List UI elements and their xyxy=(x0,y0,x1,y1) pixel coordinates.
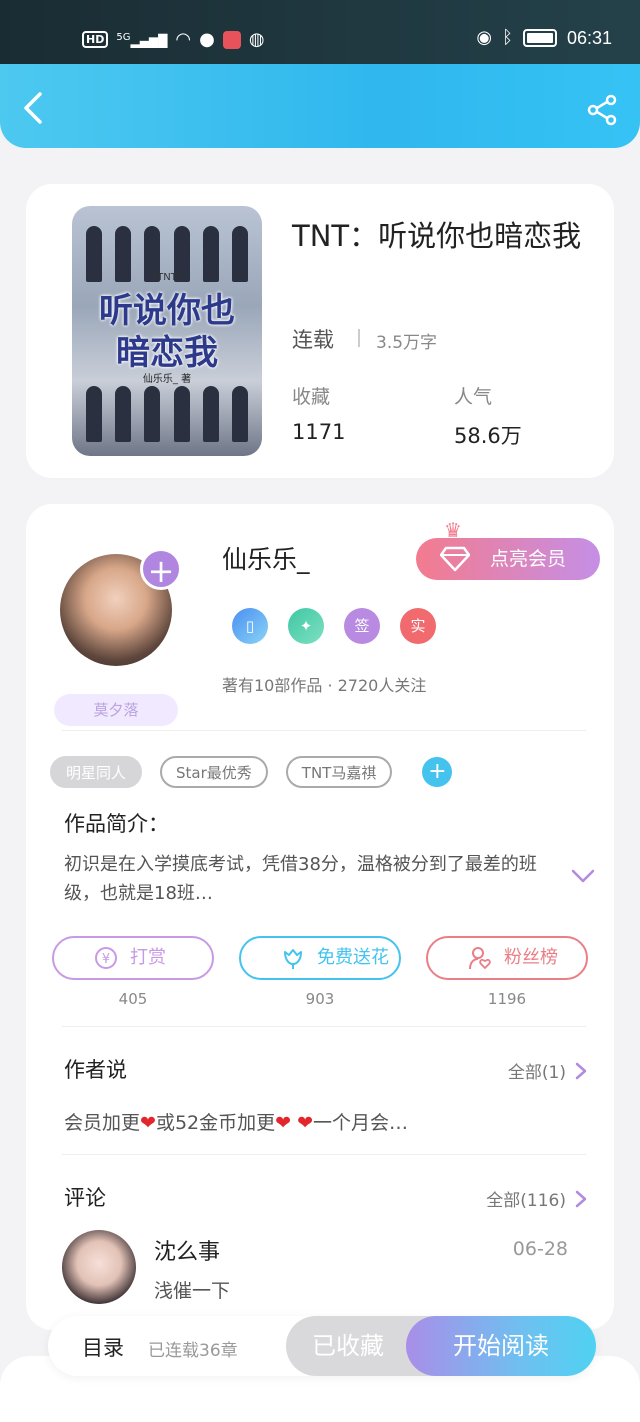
intro-title: 作品简介： xyxy=(64,812,169,836)
vip-button[interactable]: 点亮会员 xyxy=(416,538,600,580)
book-status: 连载 xyxy=(292,328,334,352)
status-bar: HD 5G▂▄▆█ ◠ ● ◍ ◉ ᛒ 06:31 xyxy=(0,0,640,64)
divider xyxy=(62,1154,586,1155)
fan-tag: 莫夕落 xyxy=(54,694,178,726)
cover-author: 仙乐乐_ 著 xyxy=(142,374,192,385)
tag-item[interactable]: Star最优秀 xyxy=(160,756,268,788)
chevron-down-icon[interactable] xyxy=(570,866,596,886)
divider xyxy=(358,329,360,347)
hd-icon: HD xyxy=(82,31,109,48)
author-says-title: 作者说 xyxy=(64,1058,127,1082)
send-flower-button[interactable]: 免费送花 xyxy=(239,936,401,980)
wifi-icon: ◠ xyxy=(175,28,192,50)
signed-badge-icon[interactable]: 签 xyxy=(344,608,380,644)
commenter-name: 沈么事 xyxy=(154,1240,221,1265)
book-cover[interactable]: [TNT] 听说你也 暗恋我 仙乐乐_ 著 xyxy=(72,206,262,456)
author-meta: 著有10部作品 · 2720人关注 xyxy=(222,676,427,695)
heart-icon: ❤ xyxy=(275,1112,292,1134)
chevron-right-icon xyxy=(575,1062,587,1079)
handshake-badge-icon[interactable]: ✦ xyxy=(288,608,324,644)
yuan-icon: ¥ xyxy=(95,947,117,969)
back-icon[interactable] xyxy=(18,90,50,126)
reward-count: 405 xyxy=(118,990,148,1008)
comment-date: 06-28 xyxy=(512,1238,568,1260)
heart-icon: ❤ xyxy=(140,1112,156,1134)
tag-list: 明星同人 Star最优秀 TNT马嘉祺 + xyxy=(50,756,453,788)
battery-icon xyxy=(522,29,557,47)
eye-icon: ◉ xyxy=(476,27,493,48)
author-says-more-link[interactable]: 全部(1) xyxy=(508,1058,588,1083)
comment-text[interactable]: 浅催一下 xyxy=(154,1276,230,1303)
signal-icon: 5G▂▄▆█ xyxy=(116,32,168,48)
phone-badge-icon[interactable]: ▯ xyxy=(232,608,268,644)
follow-author-button[interactable]: + xyxy=(140,548,182,590)
divider xyxy=(62,730,586,731)
author-name[interactable]: 仙乐乐_ xyxy=(222,540,310,576)
book-details-card: + 莫夕落 仙乐乐_ ♛ 点亮会员 ▯ ✦ 签 实 著有10部作品 · 2720… xyxy=(26,504,614,1330)
book-info-card: [TNT] 听说你也 暗恋我 仙乐乐_ 著 TNT：听说你也暗恋我 连载 3.5… xyxy=(26,184,614,478)
tag-item[interactable]: 明星同人 xyxy=(50,756,143,788)
flower-icon xyxy=(284,949,302,969)
heart-icon: ❤ xyxy=(297,1112,314,1134)
toc-button[interactable]: 目录 xyxy=(82,1332,124,1362)
divider xyxy=(62,1026,586,1027)
notification-app-icon xyxy=(222,30,241,49)
cover-figures-bottom xyxy=(86,386,248,442)
svg-text:¥: ¥ xyxy=(102,952,110,967)
cover-tag: [TNT] xyxy=(153,272,181,283)
reward-button[interactable]: ¥ 打赏 xyxy=(52,936,214,980)
chevron-right-icon xyxy=(575,1190,587,1207)
diamond-icon xyxy=(440,546,470,572)
comments-more-link[interactable]: 全部(116) xyxy=(486,1186,588,1211)
fan-ranking-count: 1196 xyxy=(487,990,527,1008)
wechat-icon: ◍ xyxy=(248,28,265,50)
verified-badge-icon[interactable]: 实 xyxy=(400,608,436,644)
fan-ranking-button[interactable]: 粉丝榜 xyxy=(426,936,588,980)
author-badges: ▯ ✦ 签 实 xyxy=(232,608,436,644)
author-says-text[interactable]: 会员加更❤或52金币加更❤ ❤一个月会… xyxy=(64,1108,408,1135)
add-tag-button[interactable]: + xyxy=(422,757,453,787)
bottom-action-bar: 目录 已连载36章 已收藏 开始阅读 xyxy=(48,1316,596,1376)
chat-bubble-icon: ● xyxy=(199,28,215,50)
word-count: 3.5万字 xyxy=(376,333,438,353)
bluetooth-icon: ᛒ xyxy=(502,27,513,48)
flower-count: 903 xyxy=(305,990,335,1008)
clock: 06:31 xyxy=(566,27,612,48)
share-icon[interactable] xyxy=(586,94,618,126)
popularity-label: 人气 xyxy=(454,386,493,408)
start-reading-button[interactable]: 开始阅读 xyxy=(406,1316,596,1376)
header-bar xyxy=(0,64,640,148)
favorites-label: 收藏 xyxy=(292,386,331,408)
cover-title: 听说你也 暗恋我 xyxy=(99,291,235,373)
user-heart-icon xyxy=(469,947,491,970)
intro-text: 初识是在入学摸底考试，凭借38分，温格被分到了最差的班级，也就是18班… xyxy=(64,854,537,904)
popularity-value: 58.6万 xyxy=(454,424,522,448)
tag-item[interactable]: TNT马嘉祺 xyxy=(285,756,393,788)
commenter-avatar[interactable] xyxy=(62,1230,136,1304)
comments-title: 评论 xyxy=(64,1186,106,1210)
favorites-value: 1171 xyxy=(292,420,346,444)
chapter-count: 已连载36章 xyxy=(148,1341,238,1361)
book-title: TNT：听说你也暗恋我 xyxy=(292,219,582,253)
